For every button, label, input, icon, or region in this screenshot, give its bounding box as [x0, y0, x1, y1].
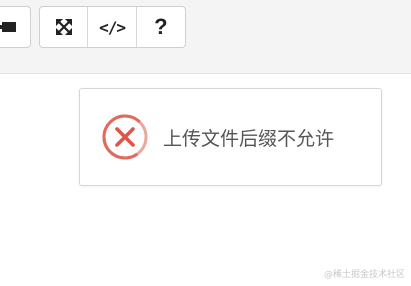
partial-toolbar-button[interactable]	[0, 7, 30, 47]
code-view-button[interactable]: </>	[88, 7, 137, 47]
fullscreen-button[interactable]	[40, 7, 89, 47]
partial-tool-icon	[0, 22, 16, 32]
watermark: @稀土掘金技术社区	[323, 270, 405, 280]
toolbar-group-left	[0, 6, 31, 48]
help-icon: ?	[154, 14, 168, 39]
toolbar-group-right: </> ?	[39, 6, 186, 48]
error-toast: 上传文件后缀不允许	[79, 88, 382, 186]
toast-message: 上传文件后缀不允许	[163, 127, 335, 150]
fullscreen-icon	[55, 19, 72, 35]
help-button[interactable]: ?	[137, 7, 185, 47]
code-icon: </>	[99, 17, 126, 37]
error-circle-x-icon	[102, 114, 148, 160]
editor-toolbar: </> ?	[0, 0, 411, 74]
